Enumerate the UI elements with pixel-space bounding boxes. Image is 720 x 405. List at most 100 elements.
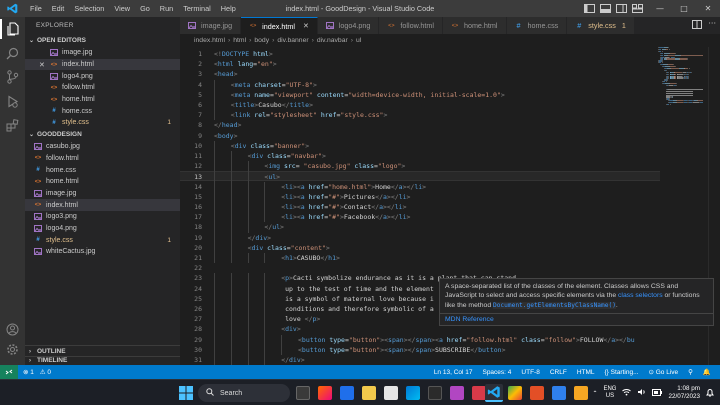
- manage-gear-icon[interactable]: [0, 339, 25, 359]
- menu-edit[interactable]: Edit: [47, 4, 70, 13]
- file-item[interactable]: logo4.png: [25, 223, 180, 235]
- status-item[interactable]: Spaces: 4: [477, 368, 516, 376]
- close-icon[interactable]: ✕: [696, 0, 720, 17]
- code-line[interactable]: 19 </div>: [180, 233, 660, 243]
- status-item[interactable]: HTML: [572, 368, 600, 376]
- explorer-icon[interactable]: [0, 19, 25, 39]
- folder-section[interactable]: ⌄ GOODDESIGN: [25, 129, 180, 141]
- code-line[interactable]: 15 <li><a href="#">Pictures</a></li>: [180, 192, 660, 202]
- file-item[interactable]: whiteCactus.jpg: [25, 246, 180, 258]
- file-item[interactable]: image.jpg: [25, 47, 180, 59]
- tab-home-html[interactable]: <> home.html: [442, 17, 507, 34]
- file-item[interactable]: <> home.html: [25, 176, 180, 188]
- code-line[interactable]: 22: [180, 263, 660, 273]
- problems-status[interactable]: ⊗ 1 ⚠ 0: [18, 368, 56, 376]
- menu-view[interactable]: View: [109, 4, 135, 13]
- menu-run[interactable]: Run: [155, 4, 178, 13]
- more-actions-icon[interactable]: ···: [708, 20, 716, 31]
- code-line[interactable]: 21 <h1>CASUBO</h1>: [180, 253, 660, 263]
- timeline-section[interactable]: › TIMELINE: [25, 356, 180, 365]
- code-line[interactable]: 8 </head>: [180, 120, 660, 130]
- file-explorer-icon[interactable]: [362, 386, 376, 400]
- mdn-reference-link[interactable]: MDN Reference: [440, 313, 713, 325]
- menu-help[interactable]: Help: [216, 4, 241, 13]
- file-item[interactable]: casubo.jpg: [25, 141, 180, 153]
- class-selectors-link[interactable]: class selectors: [618, 292, 663, 299]
- taskbar-search[interactable]: Search: [198, 384, 290, 402]
- status-item[interactable]: ⚲: [683, 368, 698, 376]
- code-line[interactable]: 11 <div class="navbar">: [180, 151, 660, 161]
- code-line[interactable]: 17 <li><a href="#">Facebook</a></li>: [180, 212, 660, 222]
- menu-go[interactable]: Go: [135, 4, 155, 13]
- run-debug-icon[interactable]: [0, 91, 25, 111]
- extensions-icon[interactable]: [0, 115, 25, 135]
- menu-selection[interactable]: Selection: [69, 4, 109, 13]
- status-item[interactable]: UTF-8: [516, 368, 544, 376]
- file-item[interactable]: <> index.html: [25, 199, 180, 211]
- breadcrumb-item[interactable]: div.banner: [277, 37, 308, 44]
- status-item[interactable]: 🔔: [698, 368, 716, 376]
- file-item[interactable]: <> home.html: [25, 94, 180, 106]
- account-icon[interactable]: [0, 319, 25, 339]
- code-line[interactable]: 6 <title>Casubo</title>: [180, 100, 660, 110]
- tab-style-css[interactable]: # style.css 1: [567, 17, 635, 34]
- file-item[interactable]: image.jpg: [25, 188, 180, 200]
- file-item[interactable]: logo3.png: [25, 211, 180, 223]
- status-item[interactable]: {} Starting...: [600, 368, 644, 376]
- code-line[interactable]: 13 <ul>: [180, 171, 660, 182]
- file-item[interactable]: <> follow.html: [25, 153, 180, 165]
- split-editor-icon[interactable]: [692, 20, 703, 31]
- code-line[interactable]: 2 <html lang="en">: [180, 59, 660, 69]
- notification-bell-icon[interactable]: [706, 388, 714, 399]
- close-icon[interactable]: ✕: [303, 22, 309, 30]
- close-icon[interactable]: ✕: [39, 61, 45, 69]
- terminal-icon[interactable]: [428, 386, 442, 400]
- maximize-icon[interactable]: □: [672, 0, 696, 17]
- app-icon[interactable]: [530, 386, 544, 400]
- breadcrumb-item[interactable]: body: [254, 37, 269, 44]
- volume-icon[interactable]: [637, 388, 646, 398]
- vscode-taskbar-icon[interactable]: [485, 384, 503, 402]
- breadcrumb-item[interactable]: div.navbar: [317, 37, 348, 44]
- outline-section[interactable]: › OUTLINE: [25, 345, 180, 356]
- menu-file[interactable]: File: [25, 4, 47, 13]
- status-item[interactable]: CRLF: [545, 368, 572, 376]
- code-line[interactable]: 10 <div class="banner">: [180, 141, 660, 151]
- layout-toggle-icon[interactable]: [584, 3, 596, 14]
- chrome-icon[interactable]: [508, 386, 522, 400]
- language-indicator[interactable]: ENG US: [603, 386, 616, 400]
- breadcrumb-item[interactable]: ul: [356, 37, 361, 44]
- menu-terminal[interactable]: Terminal: [178, 4, 216, 13]
- edge-icon[interactable]: [406, 386, 420, 400]
- code-line[interactable]: 18 </ul>: [180, 222, 660, 232]
- file-item[interactable]: # home.css: [25, 164, 180, 176]
- file-item[interactable]: <> follow.html: [25, 82, 180, 94]
- source-control-icon[interactable]: [0, 67, 25, 87]
- secondary-sidebar-icon[interactable]: [616, 3, 628, 14]
- code-line[interactable]: 31 </div>: [180, 355, 660, 365]
- code-line[interactable]: 29 <button type="button"><span></span><a …: [180, 335, 660, 345]
- code-line[interactable]: 30 <button type="button"><span></span>SUB…: [180, 345, 660, 355]
- app-icon[interactable]: [318, 386, 332, 400]
- tab-index-html[interactable]: <> index.html ✕: [241, 17, 318, 34]
- breadcrumb-item[interactable]: html: [233, 37, 246, 44]
- status-item[interactable]: Ln 13, Col 17: [429, 368, 478, 376]
- file-item[interactable]: # home.css: [25, 105, 180, 117]
- app-icon[interactable]: [574, 386, 588, 400]
- code-line[interactable]: 16 <li><a href="#">Contact</a></li>: [180, 202, 660, 212]
- status-item[interactable]: ⊙ Go Live: [643, 368, 683, 376]
- search-icon[interactable]: [0, 43, 25, 63]
- tab-home-css[interactable]: # home.css: [506, 17, 568, 34]
- panel-toggle-icon[interactable]: [600, 3, 612, 14]
- minimap[interactable]: [658, 47, 708, 107]
- tab-image-jpg[interactable]: image.jpg: [180, 17, 242, 34]
- windows-start-icon[interactable]: [179, 386, 193, 400]
- tab-logo4-png[interactable]: logo4.png: [317, 17, 380, 34]
- tab-follow-html[interactable]: <> follow.html: [379, 17, 443, 34]
- breadcrumb-item[interactable]: index.html: [194, 37, 225, 44]
- remote-icon[interactable]: [0, 365, 18, 379]
- battery-icon[interactable]: [652, 388, 663, 398]
- code-line[interactable]: 9 <body>: [180, 131, 660, 141]
- file-item[interactable]: logo4.png: [25, 70, 180, 82]
- code-line[interactable]: 14 <li><a href="home.html">Home</a></li>: [180, 182, 660, 192]
